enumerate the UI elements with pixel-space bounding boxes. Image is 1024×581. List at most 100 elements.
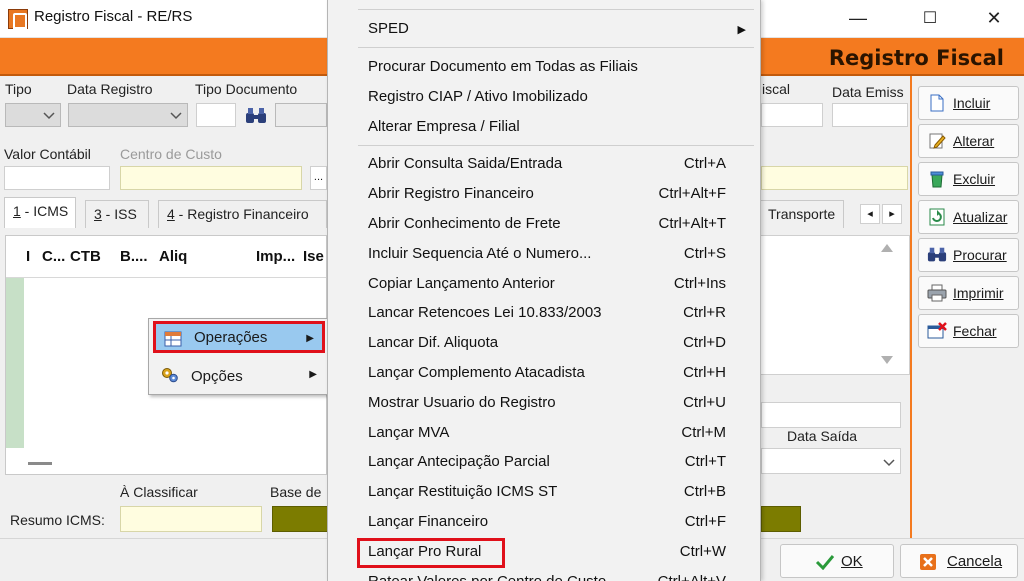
tipo-select[interactable] bbox=[5, 103, 61, 127]
menu-item-procurar-documento[interactable]: Procurar Documento em Todas as Filiais bbox=[328, 52, 760, 82]
horizontal-scrollbar[interactable] bbox=[28, 462, 52, 465]
scroll-down-icon[interactable] bbox=[881, 356, 893, 364]
tab-iss-key: 3 bbox=[94, 206, 102, 222]
context-menu-item-operacoes[interactable]: Operações ▶ bbox=[153, 321, 325, 353]
base-de-label: Base de bbox=[270, 484, 322, 500]
column-header[interactable]: Aliq bbox=[159, 248, 187, 265]
atualizar-label: Atualizar bbox=[953, 209, 1008, 225]
menu-item-lancar-mva[interactable]: Lançar MVA Ctrl+M bbox=[328, 418, 760, 448]
menu-item-label: Registro CIAP / Ativo Imobilizado bbox=[368, 88, 588, 105]
menu-item-shortcut: Ctrl+Ins bbox=[673, 275, 726, 292]
gears-icon bbox=[162, 368, 178, 383]
minimize-button[interactable]: — bbox=[834, 0, 882, 36]
tipo-documento-input[interactable] bbox=[196, 103, 236, 127]
scroll-up-icon[interactable] bbox=[881, 244, 893, 252]
tab-icms[interactable]: 1 - ICMS bbox=[4, 197, 76, 228]
menu-item-label: Lançar MVA bbox=[368, 424, 450, 441]
excluir-label: Excluir bbox=[953, 171, 996, 187]
menu-item-incluir-sequencia[interactable]: Incluir Sequencia Até o Numero... Ctrl+S bbox=[328, 239, 760, 269]
excluir-button[interactable]: Excluir bbox=[918, 162, 1019, 196]
menu-item-label: Lancar Dif. Aliquota bbox=[368, 334, 499, 351]
menu-item-lancar-complemento[interactable]: Lançar Complemento Atacadista Ctrl+H bbox=[328, 358, 760, 388]
menu-item-abrir-conhecimento-frete[interactable]: Abrir Conhecimento de Frete Ctrl+Alt+T bbox=[328, 209, 760, 239]
a-classificar-value bbox=[120, 506, 262, 532]
menu-item-mostrar-usuario[interactable]: Mostrar Usuario do Registro Ctrl+U bbox=[328, 388, 760, 418]
menu-item-lancar-dif-aliquota[interactable]: Lancar Dif. Aliquota Ctrl+D bbox=[328, 328, 760, 358]
panel-divider bbox=[910, 76, 912, 538]
fiscal-input[interactable] bbox=[761, 103, 823, 127]
menu-item-ratear-valores[interactable]: Ratear Valores por Centro de Custo Ctrl+… bbox=[328, 567, 760, 581]
tab-scroll-right-button[interactable]: ▸ bbox=[882, 204, 902, 224]
imprimir-label: Imprimir bbox=[953, 285, 1004, 301]
menu-item-shortcut: Ctrl+A bbox=[683, 155, 726, 172]
menu-item-lancar-antecipacao[interactable]: Lançar Antecipação Parcial Ctrl+T bbox=[328, 447, 760, 477]
tab-registro-financeiro[interactable]: 4 - Registro Financeiro bbox=[158, 200, 327, 228]
data-saida-select[interactable] bbox=[761, 448, 901, 474]
menu-item-shortcut: Ctrl+Alt+V bbox=[658, 573, 726, 581]
menu-item-lancar-financeiro[interactable]: Lançar Financeiro Ctrl+F bbox=[328, 507, 760, 537]
cancela-button[interactable]: Cancela bbox=[900, 544, 1018, 578]
page-title: Registro Fiscal bbox=[828, 46, 1004, 70]
menu-item-abrir-consulta[interactable]: Abrir Consulta Saida/Entrada Ctrl+A bbox=[328, 149, 760, 179]
data-emissao-label: Data Emiss bbox=[832, 84, 904, 100]
centro-custo-input[interactable] bbox=[120, 166, 302, 190]
incluir-button[interactable]: Incluir bbox=[918, 86, 1019, 120]
maximize-button[interactable]: ☐ bbox=[906, 0, 954, 36]
menu-item-copiar-lancamento[interactable]: Copiar Lançamento Anterior Ctrl+Ins bbox=[328, 269, 760, 299]
operacoes-submenu: SPED ▶ Procurar Documento em Todas as Fi… bbox=[327, 0, 761, 581]
transporte-input[interactable] bbox=[761, 402, 901, 428]
cancel-icon bbox=[920, 554, 936, 570]
menu-item-label: Lançar Complemento Atacadista bbox=[368, 364, 585, 381]
binoculars-icon[interactable] bbox=[245, 107, 267, 125]
tab-iss[interactable]: 3 - ISS bbox=[85, 200, 149, 228]
valor-contabil-input[interactable] bbox=[4, 166, 110, 190]
column-header[interactable]: C... bbox=[42, 248, 65, 265]
tab-transporte[interactable]: Transporte bbox=[760, 200, 844, 228]
chevron-right-icon: ▶ bbox=[309, 369, 317, 380]
tab-financeiro-key: 4 bbox=[167, 206, 175, 222]
tipo-documento-label: Tipo Documento bbox=[195, 81, 298, 97]
centro-custo-lookup-button[interactable]: ... bbox=[310, 166, 327, 190]
transporte-panel bbox=[760, 235, 910, 375]
menu-item-shortcut: Ctrl+Alt+F bbox=[658, 185, 726, 202]
menu-item-label: Lancar Retencoes Lei 10.833/2003 bbox=[368, 304, 602, 321]
checkmark-icon bbox=[815, 555, 835, 570]
document-icon bbox=[930, 94, 944, 112]
menu-item-label: SPED bbox=[368, 20, 409, 37]
tipo-label: Tipo bbox=[5, 81, 32, 97]
column-header[interactable]: CTB bbox=[70, 248, 101, 265]
ok-label: OK bbox=[841, 552, 863, 570]
imprimir-button[interactable]: Imprimir bbox=[918, 276, 1019, 310]
column-header[interactable]: Ise bbox=[303, 248, 324, 265]
menu-item-sped[interactable]: SPED ▶ bbox=[328, 14, 760, 44]
menu-item-label: Ratear Valores por Centro de Custo bbox=[368, 573, 606, 581]
menu-item-shortcut: Ctrl+U bbox=[683, 394, 726, 411]
data-emissao-input[interactable] bbox=[832, 103, 908, 127]
column-header[interactable]: Imp... bbox=[256, 248, 295, 265]
atualizar-button[interactable]: Atualizar bbox=[918, 200, 1019, 234]
tab-financeiro-label: - Registro Financeiro bbox=[174, 206, 309, 222]
tab-transporte-label: Transporte bbox=[768, 206, 836, 222]
context-menu-item-opcoes[interactable]: Opções ▶ bbox=[153, 360, 325, 392]
column-header[interactable]: B.... bbox=[120, 248, 148, 265]
menu-item-lancar-retencoes[interactable]: Lancar Retencoes Lei 10.833/2003 Ctrl+R bbox=[328, 298, 760, 328]
menu-item-label: Alterar Empresa / Filial bbox=[368, 118, 520, 135]
menu-item-shortcut: Ctrl+B bbox=[683, 483, 726, 500]
menu-item-lancar-restituicao[interactable]: Lançar Restituição ICMS ST Ctrl+B bbox=[328, 477, 760, 507]
cancela-label: Cancela bbox=[947, 552, 1003, 570]
menu-item-label: Lançar Antecipação Parcial bbox=[368, 453, 550, 470]
ok-button[interactable]: OK bbox=[780, 544, 894, 578]
menu-item-registro-ciap[interactable]: Registro CIAP / Ativo Imobilizado bbox=[328, 82, 760, 112]
menu-separator bbox=[358, 9, 754, 10]
alterar-button[interactable]: Alterar bbox=[918, 124, 1019, 158]
tab-scroll-left-button[interactable]: ◂ bbox=[860, 204, 880, 224]
menu-item-abrir-registro-financeiro[interactable]: Abrir Registro Financeiro Ctrl+Alt+F bbox=[328, 179, 760, 209]
menu-item-alterar-empresa[interactable]: Alterar Empresa / Filial bbox=[328, 112, 760, 142]
fechar-button[interactable]: Fechar bbox=[918, 314, 1019, 348]
data-registro-select[interactable] bbox=[68, 103, 188, 127]
valor-contabil-label: Valor Contábil bbox=[4, 146, 91, 162]
close-button[interactable]: ✕ bbox=[970, 0, 1018, 36]
column-header[interactable]: I bbox=[26, 248, 30, 265]
procurar-button[interactable]: Procurar bbox=[918, 238, 1019, 272]
chevron-down-icon bbox=[883, 459, 895, 467]
